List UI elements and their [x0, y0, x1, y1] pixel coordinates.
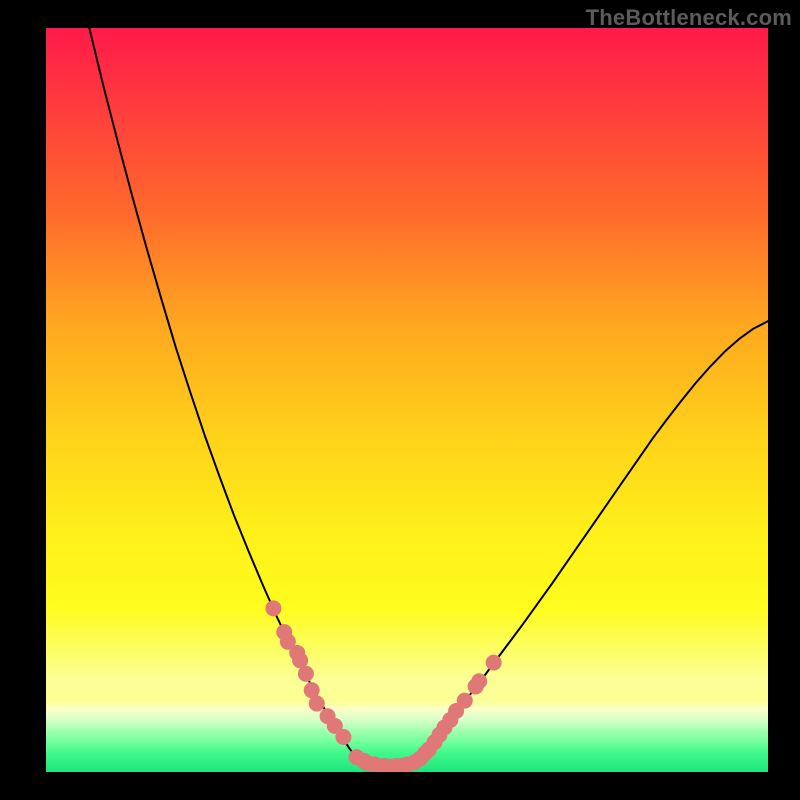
bottleneck-curve	[89, 28, 768, 767]
plot-area	[46, 28, 768, 772]
data-point	[265, 600, 281, 616]
chart-container: TheBottleneck.com	[0, 0, 800, 800]
data-point	[486, 655, 502, 671]
data-point	[298, 666, 314, 682]
watermark-text: TheBottleneck.com	[586, 5, 792, 31]
data-point	[457, 693, 473, 709]
data-point	[471, 673, 487, 689]
data-point	[309, 696, 325, 712]
chart-overlay	[46, 28, 768, 772]
data-point	[335, 729, 351, 745]
